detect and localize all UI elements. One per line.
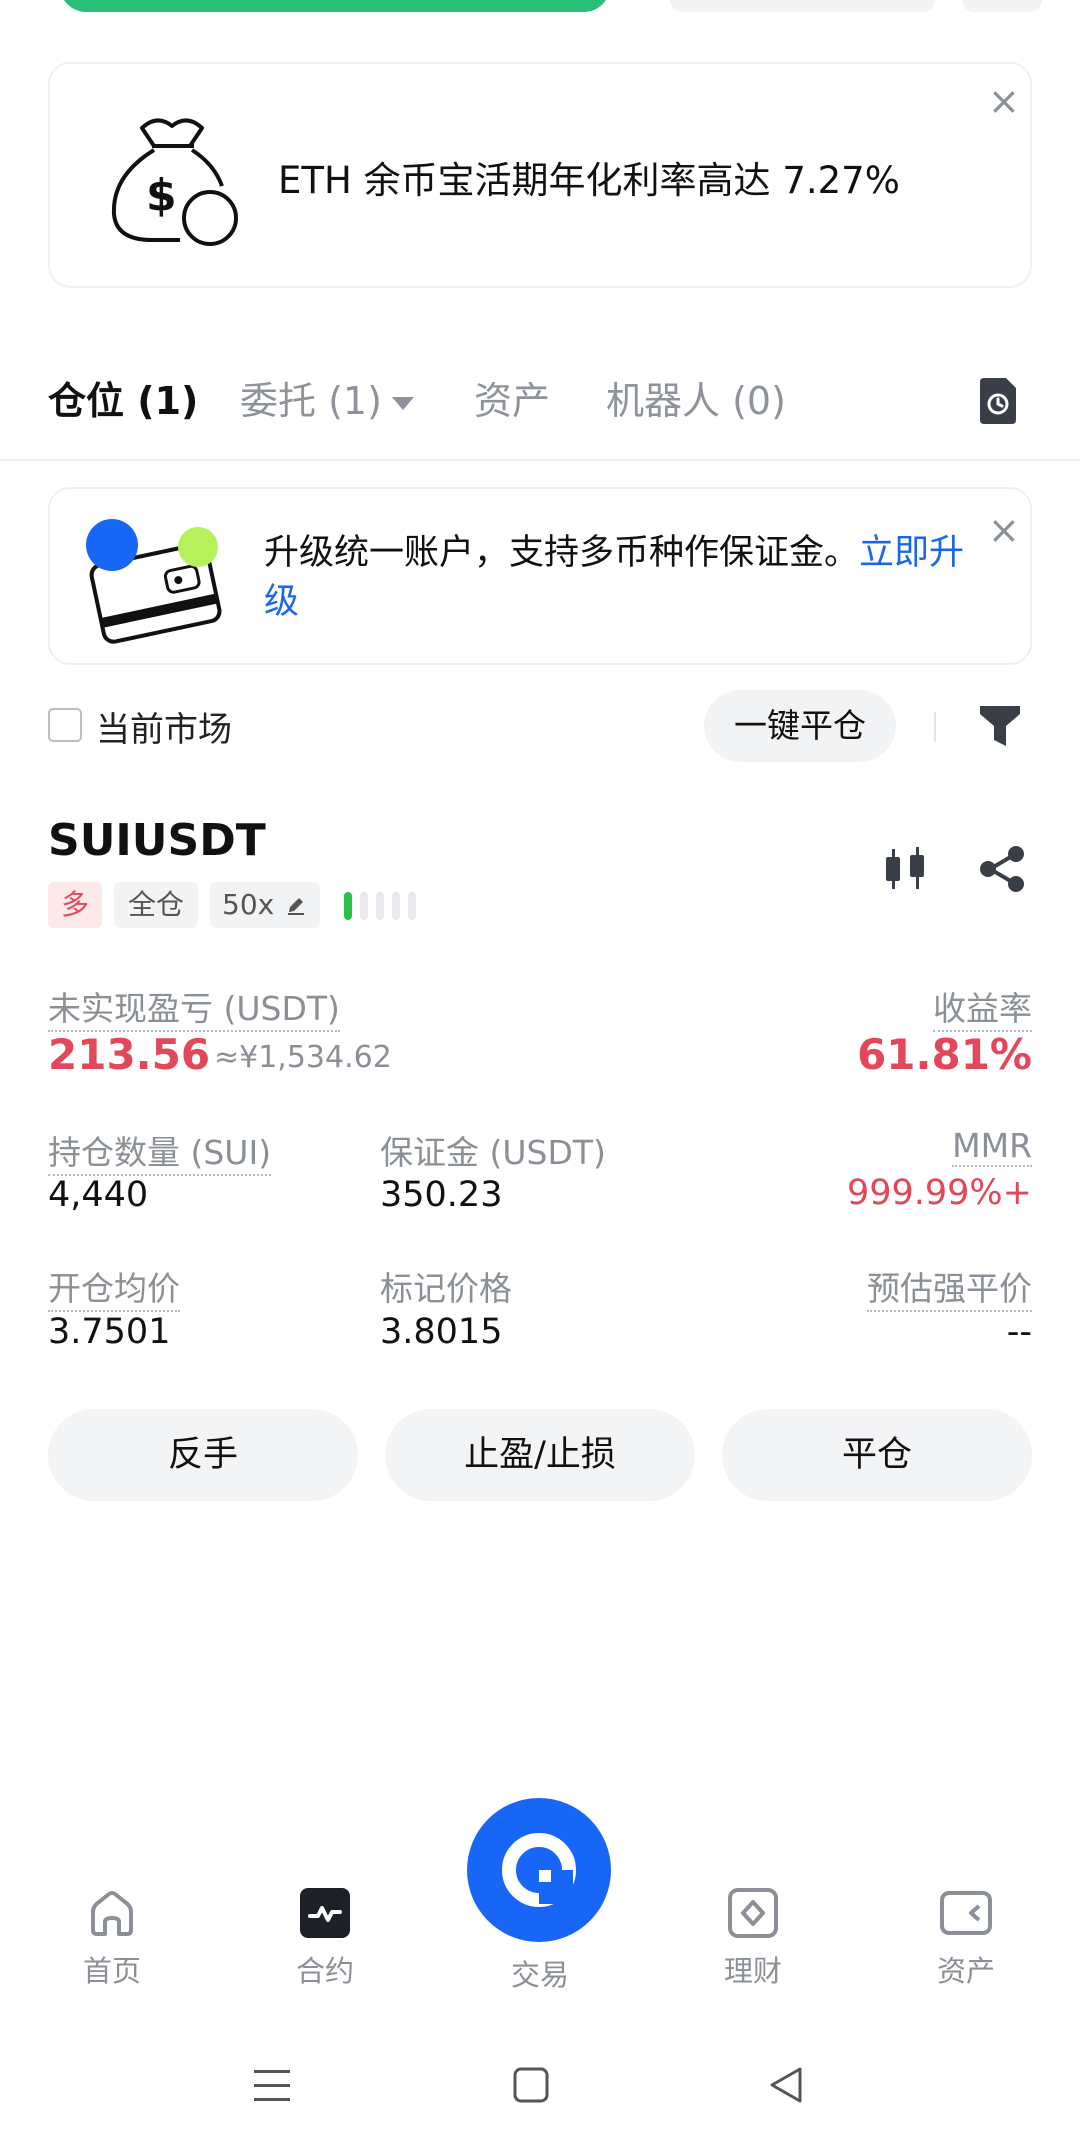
tab-assets[interactable]: 资产	[474, 370, 550, 425]
side-tag: 多	[48, 882, 102, 928]
nav-futures-label: 合约	[295, 1954, 354, 1988]
unrealized-pnl-cny: ≈¥1,534.62	[214, 1040, 392, 1075]
margin-value: 350.23	[380, 1175, 503, 1215]
risk-bar	[344, 892, 352, 920]
share-icon[interactable]	[978, 845, 1026, 893]
leverage-tag[interactable]: 50x	[210, 882, 320, 928]
filter-row: 当前市场 一键平仓	[48, 690, 1032, 762]
tab-orders[interactable]: 委托 (1)	[240, 370, 414, 425]
nav-earn-label: 理财	[723, 1954, 782, 1988]
position-tabs: 仓位 (1) 委托 (1) 资产 机器人 (0)	[48, 370, 1032, 430]
mark-price-value: 3.8015	[380, 1312, 503, 1352]
top-pill[interactable]	[670, 0, 935, 12]
caret-down-icon	[391, 397, 414, 410]
top-action-button[interactable]	[60, 0, 610, 12]
liq-price-label[interactable]: 预估强平价	[867, 1262, 1032, 1312]
wallet-icon	[86, 519, 222, 644]
current-market-checkbox[interactable]	[48, 708, 82, 742]
close-icon[interactable]: ×	[988, 511, 1020, 549]
svg-text:$: $	[146, 170, 177, 221]
current-market-label: 当前市场	[96, 710, 232, 750]
risk-bar	[376, 892, 384, 920]
mmr-value: 999.99%+	[846, 1173, 1032, 1213]
upgrade-message: 升级统一账户，支持多币种作保证金。	[264, 533, 860, 573]
risk-bar	[408, 892, 416, 920]
leverage-value: 50x	[222, 888, 275, 921]
earn-icon	[728, 1888, 778, 1938]
trade-icon	[502, 1833, 576, 1907]
size-value: 4,440	[48, 1175, 149, 1215]
tab-orders-label: 委托 (1)	[240, 379, 382, 423]
unrealized-pnl-value: 213.56	[48, 1030, 211, 1079]
nav-earn[interactable]: 理财	[683, 1886, 823, 1990]
upgrade-text: 升级统一账户，支持多币种作保证金。立即升级	[264, 529, 994, 627]
tpsl-button[interactable]: 止盈/止损	[385, 1409, 695, 1501]
risk-bar	[392, 892, 400, 920]
money-bag-icon: $	[111, 118, 238, 246]
nav-trade-label: 交易	[510, 1958, 569, 1992]
wallet-nav-icon	[940, 1891, 992, 1935]
menu-icon[interactable]	[252, 2068, 292, 2104]
mmr-label[interactable]: MMR	[952, 1126, 1032, 1167]
reverse-button[interactable]: 反手	[48, 1409, 358, 1501]
nav-home[interactable]: 首页	[42, 1886, 182, 1990]
margin-mode-tag: 全仓	[114, 882, 198, 928]
home-square-icon[interactable]	[512, 2066, 550, 2104]
roe-label[interactable]: 收益率	[933, 982, 1032, 1032]
back-icon[interactable]	[768, 2066, 804, 2104]
nav-futures[interactable]: 合约	[255, 1886, 395, 1990]
nav-assets-label: 资产	[936, 1954, 995, 1988]
upgrade-account-banner[interactable]: 升级统一账户，支持多币种作保证金。立即升级 ×	[48, 487, 1032, 665]
home-icon	[91, 1891, 133, 1936]
history-doc-icon[interactable]	[976, 376, 1020, 426]
system-nav-bar	[0, 2036, 1080, 2139]
tab-bots[interactable]: 机器人 (0)	[606, 370, 786, 425]
liq-price-value: --	[1006, 1312, 1032, 1352]
roe-value: 61.81%	[857, 1030, 1032, 1079]
nav-home-label: 首页	[82, 1954, 141, 1988]
tab-positions[interactable]: 仓位 (1)	[48, 370, 198, 425]
entry-price-label[interactable]: 开仓均价	[48, 1262, 180, 1312]
separator	[934, 712, 936, 742]
edit-icon	[288, 898, 304, 915]
entry-price-value: 3.7501	[48, 1312, 171, 1352]
close-position-button[interactable]: 平仓	[722, 1409, 1032, 1501]
futures-icon	[300, 1888, 350, 1938]
eth-savings-banner[interactable]: $ ETH 余币宝活期年化利率高达 7.27% ×	[48, 62, 1032, 288]
top-pill-small[interactable]	[962, 0, 1042, 12]
size-label[interactable]: 持仓数量 (SUI)	[48, 1126, 272, 1176]
risk-bar	[360, 892, 368, 920]
mark-price-label: 标记价格	[380, 1269, 512, 1308]
close-all-button[interactable]: 一键平仓	[704, 690, 896, 762]
position-symbol[interactable]: SUIUSDT	[48, 815, 266, 866]
chart-candlestick-icon[interactable]	[880, 845, 930, 893]
close-icon[interactable]: ×	[988, 82, 1020, 120]
trade-button[interactable]	[467, 1798, 611, 1942]
divider	[0, 459, 1080, 461]
nav-assets[interactable]: 资产	[896, 1886, 1036, 1990]
margin-label: 保证金 (USDT)	[380, 1133, 606, 1172]
unrealized-pnl-label[interactable]: 未实现盈亏 (USDT)	[48, 982, 340, 1032]
banner-text: ETH 余币宝活期年化利率高达 7.27%	[278, 159, 900, 202]
filter-icon[interactable]	[978, 702, 1022, 750]
